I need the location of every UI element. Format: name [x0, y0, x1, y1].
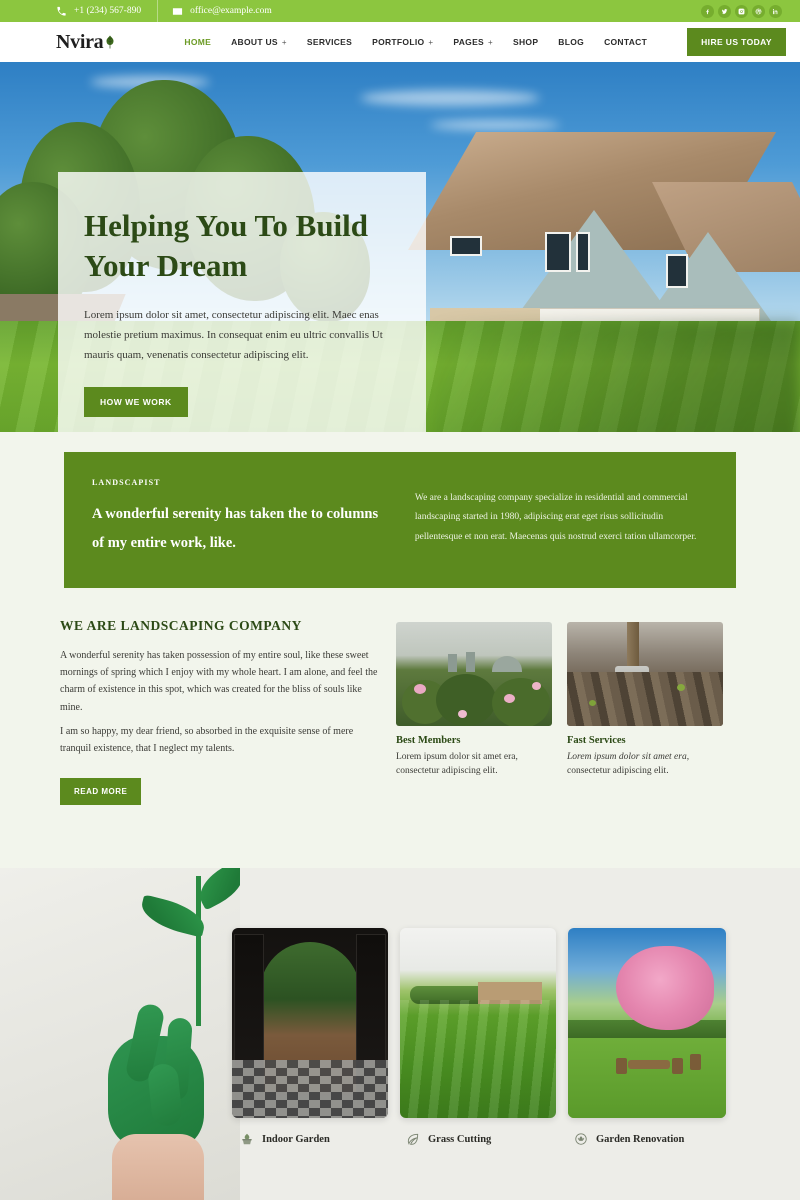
read-more-button[interactable]: READ MORE	[60, 778, 142, 806]
mowing-stripes	[400, 1000, 556, 1118]
envelope-icon	[173, 7, 183, 15]
feature-text: Lorem ipsum dolor sit amet era, consecte…	[567, 752, 690, 777]
gallery-image-row	[232, 928, 726, 1118]
hero-title: Helping You To Build Your Dream	[84, 208, 369, 284]
hero-content-card: Helping You To Build Your Dream Lorem ip…	[58, 172, 426, 447]
hero-section: Helping You To Build Your Dream Lorem ip…	[0, 62, 800, 494]
nav-item-blog[interactable]: BLOG	[548, 37, 594, 47]
cherry-blossom-tree	[616, 946, 714, 1030]
gallery-section: Indoor Garden Grass Cutting Garden Renov…	[0, 868, 800, 1200]
topbar-phone[interactable]: +1 (234) 567-890	[56, 0, 159, 22]
nav-label: BLOG	[558, 37, 585, 47]
nav-item-pages[interactable]: PAGES +	[443, 37, 503, 47]
cloud	[430, 120, 560, 130]
garden-chair	[690, 1054, 701, 1070]
nav-label: SHOP	[513, 37, 539, 47]
main-navigation: HOME ABOUT US + SERVICES PORTFOLIO + PAG…	[174, 37, 687, 47]
nav-label: SERVICES	[306, 37, 353, 47]
phone-icon	[57, 6, 66, 16]
page-root: +1 (234) 567-890 office@example.com Nvir…	[0, 0, 800, 1200]
topbar-email-text: office@example.com	[190, 6, 272, 16]
logo-text: Nvira	[56, 31, 104, 53]
flower-icon	[575, 1133, 587, 1145]
feature-image-spade-soil	[567, 622, 723, 726]
about-text-column: WE ARE LANDSCAPING COMPANY A wonderful s…	[60, 618, 396, 806]
quote-banner: LANDSCAPIST A wonderful serenity has tak…	[64, 452, 736, 588]
garden-chair	[616, 1058, 627, 1074]
nav-label: ABOUT US	[231, 37, 278, 47]
nav-label: CONTACT	[604, 37, 648, 47]
garden-chair	[672, 1058, 683, 1074]
cloud	[360, 90, 540, 106]
chevron-plus-icon: +	[428, 37, 434, 47]
quote-body: We are a landscaping company specialize …	[414, 493, 697, 542]
site-header: Nvira HOME ABOUT US + SERVICES PORTFOLIO…	[0, 22, 800, 62]
gallery-label-text: Indoor Garden	[262, 1133, 330, 1145]
window	[545, 232, 571, 272]
feature-image-flower-garden	[396, 622, 552, 726]
gallery-label-text: Grass Cutting	[428, 1133, 492, 1145]
facebook-icon[interactable]	[701, 4, 714, 18]
hire-us-today-button[interactable]: HIRE US TODAY	[687, 28, 786, 56]
gallery-image-indoor-garden[interactable]	[232, 928, 388, 1118]
nav-label: PAGES	[453, 37, 485, 47]
twitter-icon[interactable]	[718, 4, 731, 18]
instagram-icon[interactable]	[735, 4, 748, 18]
nav-item-home[interactable]: HOME	[174, 37, 221, 47]
potted-plant-icon	[242, 1133, 252, 1145]
garden-lawn	[568, 1038, 726, 1118]
garden-table	[628, 1060, 670, 1069]
top-contact-bar: +1 (234) 567-890 office@example.com	[0, 0, 800, 22]
chevron-plus-icon: +	[281, 37, 287, 47]
social-links	[701, 4, 782, 18]
topbar-email[interactable]: office@example.com	[172, 0, 288, 22]
feature-title: Fast Services	[567, 735, 626, 746]
nav-label: HOME	[184, 37, 212, 47]
how-we-work-button[interactable]: HOW WE WORK	[84, 386, 188, 417]
gallery-label-text: Garden Renovation	[596, 1133, 685, 1145]
checkered-floor	[232, 1060, 388, 1118]
gallery-image-garden-renovation[interactable]	[568, 928, 726, 1118]
feature-card-best-members[interactable]: Best Members Lorem ipsum dolor sit amet …	[396, 622, 552, 805]
dribbble-icon[interactable]	[752, 4, 765, 18]
about-features: Best Members Lorem ipsum dolor sit amet …	[396, 618, 723, 805]
hand-wrist	[112, 1134, 204, 1200]
nav-item-services[interactable]: SERVICES	[297, 37, 362, 47]
dormer-window	[450, 236, 482, 256]
about-title: WE ARE LANDSCAPING COMPANY	[60, 618, 302, 633]
gallery-label-garden-renovation[interactable]: Garden Renovation	[574, 1132, 684, 1146]
hero-paragraph: Lorem ipsum dolor sit amet, consectetur …	[84, 308, 383, 361]
gallery-label-indoor-garden[interactable]: Indoor Garden	[240, 1132, 330, 1146]
nav-item-shop[interactable]: SHOP	[503, 37, 548, 47]
gallery-label-grass-cutting[interactable]: Grass Cutting	[406, 1132, 491, 1146]
chevron-plus-icon: +	[488, 37, 493, 47]
feature-text: Lorem ipsum dolor sit amet era, consecte…	[396, 752, 518, 777]
nav-label: PORTFOLIO	[372, 37, 425, 47]
nav-item-about-us[interactable]: ABOUT US +	[221, 37, 297, 47]
quote-heading: A wonderful serenity has taken the to co…	[92, 506, 379, 551]
quote-label: LANDSCAPIST	[92, 478, 161, 487]
window	[576, 232, 590, 272]
leaf-icon	[407, 1133, 419, 1146]
quote-banner-wrapper: LANDSCAPIST A wonderful serenity has tak…	[0, 452, 800, 588]
leaf-logo-icon	[106, 35, 114, 49]
feature-card-fast-services[interactable]: Fast Services Lorem ipsum dolor sit amet…	[567, 622, 723, 805]
gallery-image-grass-cutting[interactable]	[400, 928, 556, 1118]
nav-item-contact[interactable]: CONTACT	[594, 37, 657, 47]
site-logo[interactable]: Nvira	[56, 32, 116, 52]
about-paragraph-2: I am so happy, my dear friend, so absorb…	[60, 725, 354, 754]
window	[666, 254, 688, 288]
nav-item-portfolio[interactable]: PORTFOLIO +	[362, 37, 443, 47]
topbar-phone-text: +1 (234) 567-890	[74, 6, 142, 16]
about-paragraph-1: A wonderful serenity has taken possessio…	[60, 650, 378, 713]
hand-plant-image	[0, 868, 240, 1200]
feature-title: Best Members	[396, 735, 461, 746]
linkedin-icon[interactable]	[769, 4, 782, 18]
